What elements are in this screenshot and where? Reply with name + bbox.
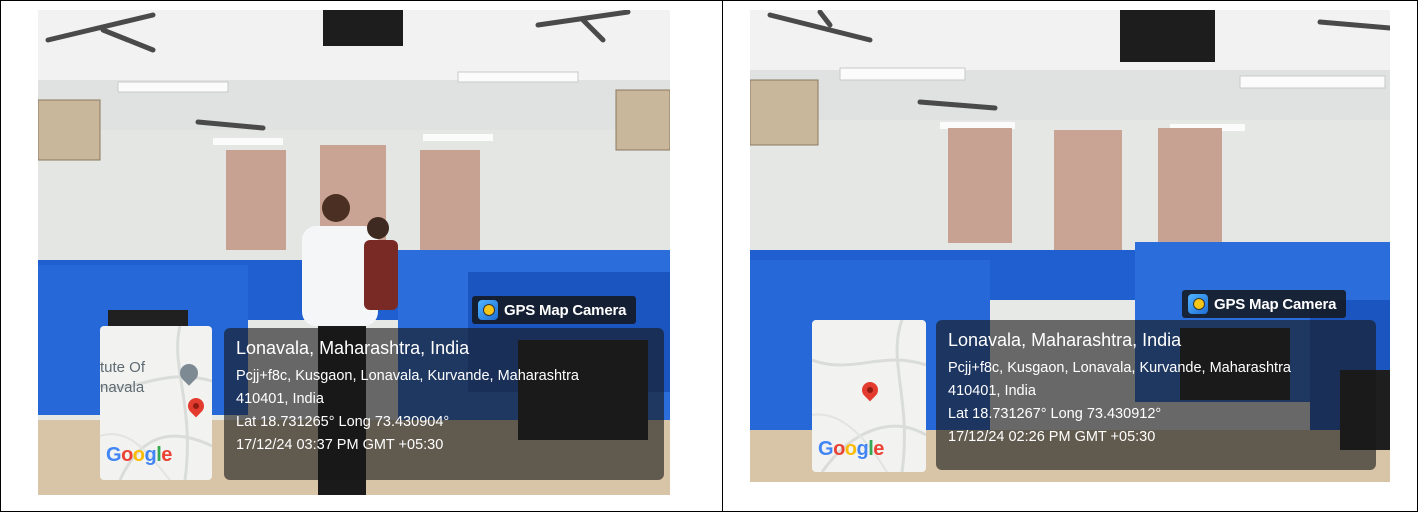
location-info-overlay: Lonavala, Maharashtra, India Pcjj+f8c, K… [224,328,664,480]
badge-label: GPS Map Camera [504,301,627,319]
location-city: Lonavala, Maharashtra, India [948,330,1182,350]
badge-label: GPS Map Camera [1214,295,1337,313]
location-map-thumbnail: tute Of navala Google [100,326,212,480]
address-line-1: Pcjj+f8c, Kusgaon, Lonavala, Kurvande, M… [236,368,579,384]
google-logo: Google [106,444,172,466]
map-place-label-line2: navala [100,379,145,396]
address-line-2: 410401, India [948,383,1036,399]
camera-icon [478,300,498,320]
location-city: Lonavala, Maharashtra, India [236,338,470,358]
map-place-label-line1: tute Of [100,359,146,376]
gps-map-camera-badge: GPS Map Camera [1182,290,1347,318]
gps-map-camera-badge: GPS Map Camera [472,296,637,324]
address-line-2: 410401, India [236,391,324,407]
capture-timestamp: 17/12/24 03:37 PM GMT +05:30 [236,437,444,453]
address-line-1: Pcjj+f8c, Kusgaon, Lonavala, Kurvande, M… [948,360,1291,376]
capture-timestamp: 17/12/24 02:26 PM GMT +05:30 [948,429,1156,445]
location-map-thumbnail: Google [812,320,926,472]
location-info-overlay: Lonavala, Maharashtra, India Pcjj+f8c, K… [936,320,1376,470]
lat-long-coordinates: Lat 18.731265° Long 73.430904° [236,414,450,430]
geotagged-photo-2: GPS Map Camera Google Lonavala, Maharash… [750,10,1390,482]
column-divider [722,0,723,512]
geotagged-photo-1: GPS Map Camera tute Of navala Google Lon… [38,10,670,495]
camera-icon [1188,294,1208,314]
lat-long-coordinates: Lat 18.731267° Long 73.430912° [948,406,1162,422]
google-logo: Google [818,438,884,460]
